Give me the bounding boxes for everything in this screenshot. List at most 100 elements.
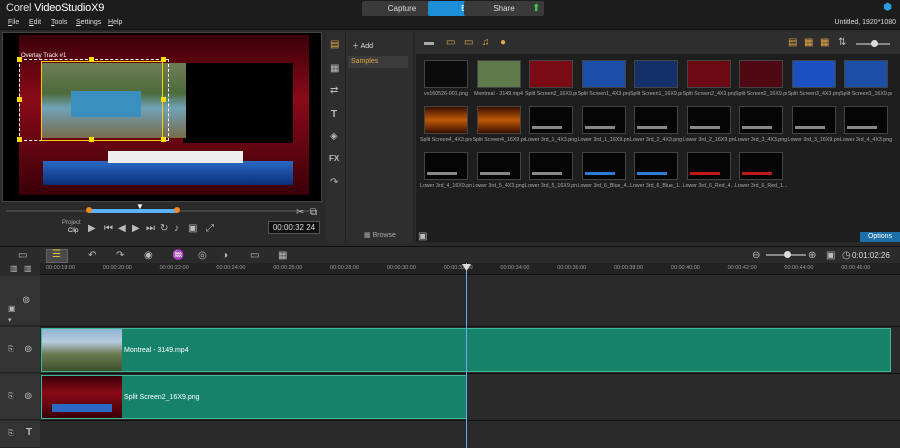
upload-icon[interactable]: ⬆ bbox=[532, 3, 540, 14]
library-thumbnail[interactable] bbox=[634, 60, 678, 88]
menu-settings[interactable]: Settings bbox=[76, 19, 101, 26]
link-icon[interactable]: ⎘ bbox=[8, 429, 14, 439]
home-icon[interactable]: ⏮ bbox=[104, 224, 113, 234]
library-thumbnail[interactable] bbox=[476, 152, 521, 180]
resize-handle[interactable] bbox=[17, 97, 22, 102]
resize-handle[interactable] bbox=[17, 57, 22, 62]
resize-handle[interactable] bbox=[17, 137, 22, 142]
next-frame-icon[interactable]: ▶ bbox=[132, 224, 140, 234]
thumbnail-size-knob[interactable] bbox=[871, 40, 878, 47]
fx-icon[interactable]: FX bbox=[329, 154, 339, 164]
timecode-display[interactable]: 00:00:32 24 bbox=[268, 221, 320, 234]
library-thumbnail[interactable] bbox=[739, 152, 783, 180]
library-thumbnail[interactable] bbox=[686, 106, 731, 134]
add-marker-icon[interactable]: ▥ bbox=[24, 264, 32, 274]
thumbnail-view-icon[interactable]: ▦ bbox=[804, 38, 813, 48]
playhead-marker-icon[interactable]: ▼ bbox=[136, 202, 144, 211]
menu-file[interactable]: File bbox=[8, 19, 19, 26]
library-thumbnail[interactable] bbox=[791, 60, 836, 88]
play-icon[interactable]: ▶ bbox=[88, 224, 96, 234]
browse-button[interactable]: ▦ Browse bbox=[364, 231, 396, 239]
split-icon[interactable]: ✂ bbox=[296, 208, 304, 218]
chevron-down-icon[interactable]: ▾ bbox=[8, 316, 12, 326]
link-icon[interactable]: ⎘ bbox=[8, 345, 14, 355]
repeat-icon[interactable]: ↻ bbox=[160, 224, 168, 234]
resize-handle[interactable] bbox=[89, 57, 94, 62]
auto-music-icon[interactable]: ◎ bbox=[198, 251, 207, 261]
trim-start-handle[interactable] bbox=[86, 207, 92, 213]
library-thumbnail[interactable] bbox=[581, 152, 626, 180]
track-manager-icon[interactable]: ▥ bbox=[10, 264, 18, 274]
volume-icon[interactable]: ♪ bbox=[174, 224, 179, 234]
menu-help[interactable]: Help bbox=[108, 19, 122, 26]
motion-tracking-icon[interactable]: ◑ bbox=[222, 251, 228, 261]
end-icon[interactable]: ⏭ bbox=[146, 224, 155, 234]
title-icon[interactable]: T bbox=[331, 110, 337, 120]
sound-mixer-icon[interactable]: ♒ bbox=[172, 251, 184, 261]
playhead-line[interactable] bbox=[466, 263, 467, 448]
library-thumbnail[interactable] bbox=[581, 60, 626, 88]
preview-window[interactable]: Overlay Track #1 bbox=[2, 32, 322, 202]
library-thumbnail[interactable] bbox=[424, 106, 468, 134]
folder-samples[interactable]: Samples bbox=[348, 56, 408, 68]
copy-icon[interactable]: ⧉ bbox=[310, 208, 317, 218]
library-thumbnail[interactable] bbox=[791, 106, 836, 134]
library-thumbnail[interactable] bbox=[529, 60, 573, 88]
zoom-out-icon[interactable]: ⊖ bbox=[752, 251, 760, 261]
library-thumbnail[interactable] bbox=[844, 60, 888, 88]
options-button[interactable]: Options bbox=[860, 232, 900, 242]
library-thumbnail[interactable] bbox=[686, 60, 731, 88]
folder-icon[interactable]: ▬ bbox=[424, 38, 434, 48]
fullscreen-icon[interactable]: ⤢ bbox=[206, 224, 214, 234]
storyboard-view-icon[interactable]: ▭ bbox=[18, 251, 27, 261]
resize-handle[interactable] bbox=[161, 57, 166, 62]
lock-icon[interactable]: ▣ bbox=[8, 304, 16, 314]
library-thumbnail[interactable] bbox=[581, 106, 626, 134]
show-audio-icon[interactable]: ♫ bbox=[482, 38, 490, 48]
library-thumbnail[interactable] bbox=[634, 106, 678, 134]
grid-view-icon[interactable]: ▦ bbox=[820, 38, 829, 48]
multi-camera-icon[interactable]: ▦ bbox=[278, 251, 287, 261]
library-thumbnail[interactable] bbox=[686, 152, 731, 180]
show-photos-icon[interactable]: ▭ bbox=[464, 38, 473, 48]
graphics-icon[interactable]: ◈ bbox=[330, 132, 338, 142]
library-thumbnail[interactable] bbox=[739, 106, 783, 134]
settings-icon[interactable]: ⬢ bbox=[883, 2, 892, 13]
transition-icon[interactable]: ⇄ bbox=[330, 86, 338, 96]
menu-tools[interactable]: Tools bbox=[51, 19, 67, 26]
clip-overlay[interactable]: Split Screen2_16X9.png bbox=[41, 375, 467, 419]
overlay-frame[interactable] bbox=[41, 61, 163, 141]
show-videos-icon[interactable]: ▭ bbox=[446, 38, 455, 48]
path-icon[interactable]: ↷ bbox=[330, 178, 338, 188]
library-thumbnail[interactable] bbox=[424, 60, 468, 88]
resize-handle[interactable] bbox=[161, 97, 166, 102]
menu-edit[interactable]: Edit bbox=[29, 19, 41, 26]
media-icon[interactable]: ▤ bbox=[330, 40, 339, 50]
library-thumbnail[interactable] bbox=[529, 152, 573, 180]
instant-project-icon[interactable]: ▦ bbox=[330, 64, 339, 74]
subtitle-icon[interactable]: ▭ bbox=[250, 251, 259, 261]
fit-project-icon[interactable]: ▣ bbox=[826, 251, 835, 261]
timeline-view-button[interactable]: ☰ bbox=[46, 249, 68, 263]
library-thumbnail[interactable] bbox=[634, 152, 678, 180]
prev-frame-icon[interactable]: ◀ bbox=[118, 224, 126, 234]
timeline-timecode[interactable]: 0:01:02:26 bbox=[852, 251, 890, 260]
zoom-knob[interactable] bbox=[784, 251, 791, 258]
sort-icon[interactable]: ⇅ bbox=[838, 38, 846, 48]
clip-mode-label[interactable]: Clip bbox=[68, 228, 78, 234]
project-mode-label[interactable]: Project bbox=[62, 220, 81, 226]
list-view-icon[interactable]: ▤ bbox=[788, 38, 797, 48]
zoom-in-icon[interactable]: ⊕ bbox=[808, 251, 816, 261]
library-thumbnail[interactable] bbox=[424, 152, 468, 180]
library-thumbnail[interactable] bbox=[844, 106, 888, 134]
trim-end-handle[interactable] bbox=[174, 207, 180, 213]
redo-icon[interactable]: ↷ bbox=[116, 251, 124, 261]
library-thumbnail[interactable] bbox=[476, 60, 521, 88]
add-folder-button[interactable]: ＋ Add bbox=[352, 41, 373, 51]
record-icon[interactable]: ◉ bbox=[144, 251, 153, 261]
show-media-icon[interactable]: ● bbox=[500, 38, 506, 48]
trim-range[interactable] bbox=[88, 209, 178, 213]
hd-icon[interactable]: ▣ bbox=[188, 224, 197, 234]
library-thumbnail[interactable] bbox=[529, 106, 573, 134]
resize-handle[interactable] bbox=[89, 137, 94, 142]
